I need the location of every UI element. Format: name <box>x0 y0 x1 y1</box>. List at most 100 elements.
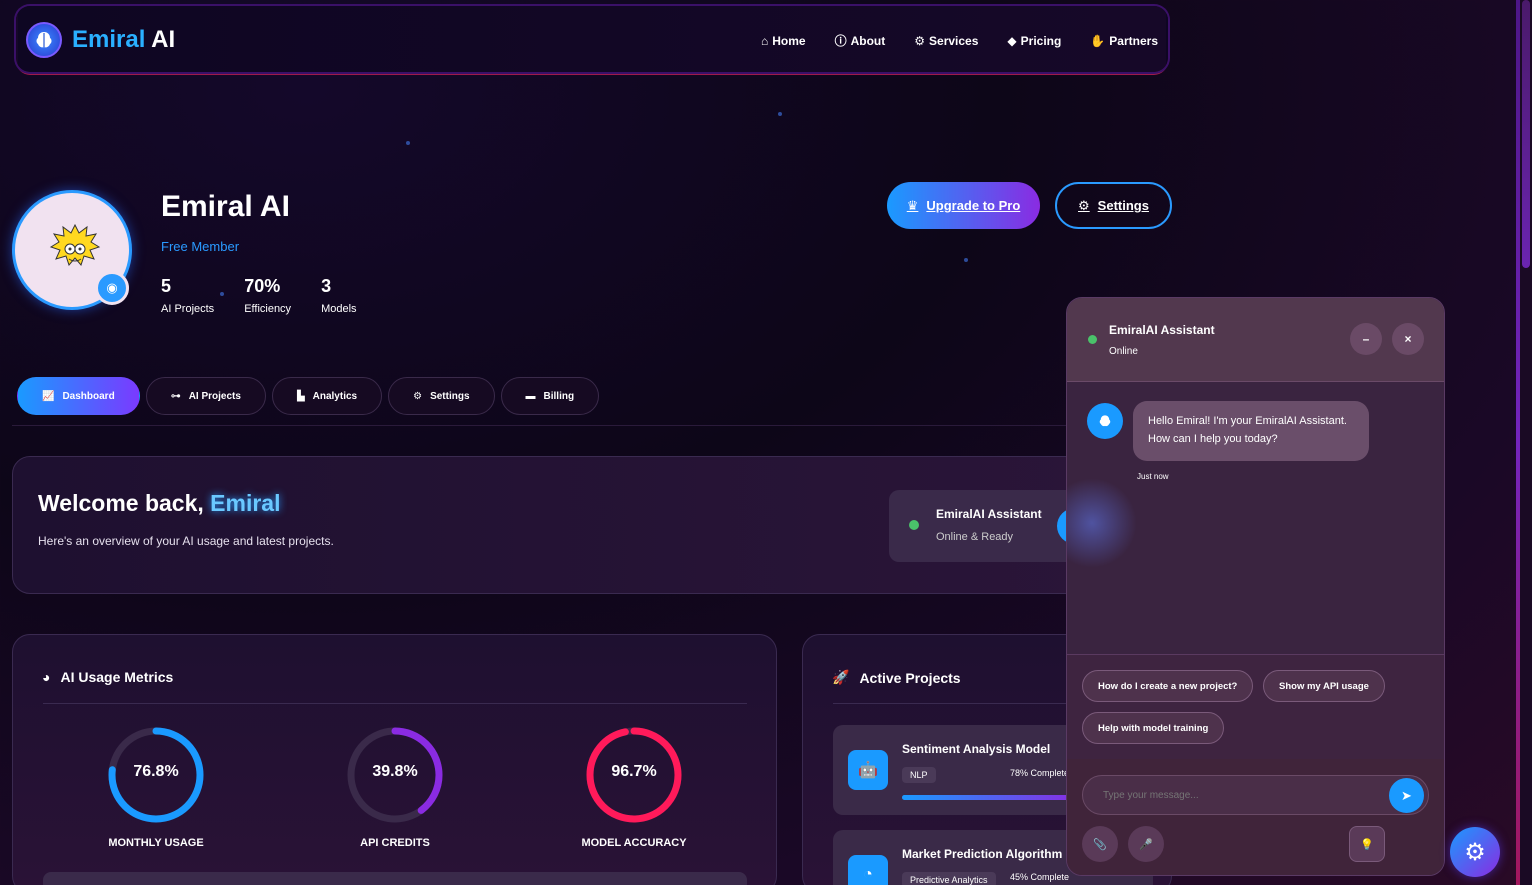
gauge-model-accuracy: 96.7% <box>584 725 684 825</box>
gauge-monthly-usage: 76.8% <box>106 725 206 825</box>
lightbulb-icon: 💡 <box>1360 838 1374 851</box>
tag-icon: ◆ <box>1007 33 1017 48</box>
gauge-label: MONTHLY USAGE <box>108 837 204 849</box>
tab-label: Billing <box>543 390 575 402</box>
nav-link-label: About <box>850 33 886 48</box>
robot-icon: 🤖 <box>848 750 888 790</box>
welcome-card: Welcome back, Emiral Here's an overview … <box>12 456 1119 594</box>
camera-icon[interactable]: ◉ <box>95 271 129 305</box>
tab-label: Analytics <box>312 390 358 402</box>
close-icon: × <box>1404 332 1412 346</box>
chat-header: EmiralAI Assistant Online – × <box>1067 298 1444 382</box>
scrollbar-thumb[interactable] <box>1522 0 1530 268</box>
handshake-icon: ✋ <box>1090 33 1106 48</box>
tab-settings[interactable]: ⚙ Settings <box>388 377 495 415</box>
attach-button[interactable]: 📎 <box>1082 826 1118 862</box>
profile-stats: 5 AI Projects 70% Efficiency 3 Models <box>161 276 357 315</box>
close-button[interactable]: × <box>1392 323 1424 355</box>
minimize-button[interactable]: – <box>1350 323 1382 355</box>
chat-widget: EmiralAI Assistant Online – × Hello Emir… <box>1066 297 1445 876</box>
tab-ai-projects[interactable]: ⊶ AI Projects <box>145 377 266 415</box>
tab-label: Dashboard <box>62 390 115 402</box>
welcome-title: Welcome back, Emiral <box>38 490 280 517</box>
home-icon: ⌂ <box>761 33 769 48</box>
nav-link-label: Home <box>772 33 806 48</box>
metrics-title: AI Usage Metrics <box>60 669 174 685</box>
project-progress-text: 78% Complete <box>1010 768 1070 778</box>
chat-title: EmiralAI Assistant <box>1109 323 1215 337</box>
tab-dashboard[interactable]: 📈 Dashboard <box>17 377 140 415</box>
stat-label: Efficiency <box>244 303 292 315</box>
suggestion-chip[interactable]: Help with model training <box>1082 712 1225 744</box>
particle-dot <box>964 258 968 262</box>
bot-message: Hello Emiral! I'm your EmiralAI Assistan… <box>1133 401 1369 461</box>
nav-link-partners[interactable]: ✋ Partners <box>1090 32 1158 49</box>
project-diagram-icon: ⊶ <box>170 390 181 402</box>
stat-label: AI Projects <box>161 303 215 315</box>
stat-value: 3 <box>321 276 332 296</box>
suggestion-chip[interactable]: Show my API usage <box>1263 670 1385 702</box>
avatar[interactable]: ◉ <box>12 190 132 310</box>
settings-button[interactable]: ⚙ Settings <box>1055 182 1172 229</box>
message-time: Just now <box>1137 472 1169 481</box>
chat-message-input[interactable] <box>1082 775 1429 815</box>
gauge-value: 76.8% <box>133 763 179 780</box>
chat-input-area: ➤ 📎 🎤 💡 <box>1067 759 1444 875</box>
project-tag: NLP <box>902 767 936 783</box>
stat-projects: 5 AI Projects <box>161 276 214 315</box>
bot-avatar-icon <box>1087 403 1123 439</box>
gauge-label: API CREDITS <box>360 837 430 849</box>
online-indicator <box>1088 335 1097 344</box>
paperclip-icon: 📎 <box>1093 838 1107 851</box>
paper-plane-icon: ➤ <box>1401 787 1412 803</box>
nav-link-label: Partners <box>1109 33 1158 48</box>
chat-glow <box>1067 478 1137 568</box>
particle-dot <box>778 112 782 116</box>
tab-label: Settings <box>430 390 470 402</box>
brain-icon <box>26 22 62 58</box>
logo[interactable]: Emiral AI <box>26 22 175 58</box>
project-tag: Predictive Analytics <box>902 872 996 885</box>
gauge-value: 96.7% <box>611 763 657 780</box>
ideas-button[interactable]: 💡 <box>1349 826 1385 862</box>
projects-title: Active Projects <box>859 669 961 686</box>
nav-link-label: Pricing <box>1020 33 1062 48</box>
panel-divider <box>43 703 747 704</box>
microphone-icon: 🎤 <box>1139 838 1153 851</box>
nav-link-pricing[interactable]: ◆ Pricing <box>1007 32 1061 49</box>
assistant-status: Online & Ready <box>936 531 1014 543</box>
project-name: Market Prediction Algorithm <box>902 847 1063 861</box>
tachometer-icon: ◕ <box>42 669 51 685</box>
send-button[interactable]: ➤ <box>1389 778 1424 813</box>
upgrade-button[interactable]: ♛ Upgrade to Pro <box>887 182 1040 229</box>
nav-link-services[interactable]: ⚙ Services <box>914 32 978 49</box>
credit-card-icon: ▬ <box>525 390 536 402</box>
gauge-label: MODEL ACCURACY <box>581 837 687 849</box>
gauge-value: 39.8% <box>372 763 418 780</box>
stat-value: 70% <box>244 276 281 296</box>
tab-billing[interactable]: ▬ Billing <box>500 377 600 415</box>
nav-link-label: Services <box>929 33 979 48</box>
stat-label: Models <box>321 303 357 315</box>
ai-usage-metrics-panel: ◕ AI Usage Metrics 76.8% MONTHLY USAGE 39… <box>12 634 777 885</box>
settings-fab[interactable]: ⚙ <box>1450 827 1500 877</box>
minimize-icon: – <box>1362 332 1370 346</box>
tab-analytics[interactable]: ▙ Analytics <box>271 377 383 415</box>
nav-link-home[interactable]: ⌂ Home <box>761 32 806 49</box>
gauge-api-credits: 39.8% <box>345 725 445 825</box>
voice-button[interactable]: 🎤 <box>1128 826 1164 862</box>
gear-icon: ⚙ <box>1078 197 1090 213</box>
profile-avatar-image <box>49 223 101 266</box>
panel-title: ◕ AI Usage Metrics <box>42 669 173 685</box>
suggestion-chip[interactable]: How do I create a new project? <box>1082 670 1254 702</box>
stat-value: 5 <box>161 276 172 296</box>
edge-glow <box>1516 0 1520 885</box>
logo-text: Emiral AI <box>72 26 175 54</box>
upgrade-button-label: Upgrade to Pro <box>926 198 1021 213</box>
nav-link-about[interactable]: ⓘ About <box>835 32 886 49</box>
suggestions-area: How do I create a new project? Show my A… <box>1067 654 1444 759</box>
logo-text-part2: AI <box>151 26 176 53</box>
cogs-icon: ⚙ <box>914 33 926 48</box>
welcome-user-name: Emiral <box>210 490 281 516</box>
particle-dot <box>406 141 410 145</box>
